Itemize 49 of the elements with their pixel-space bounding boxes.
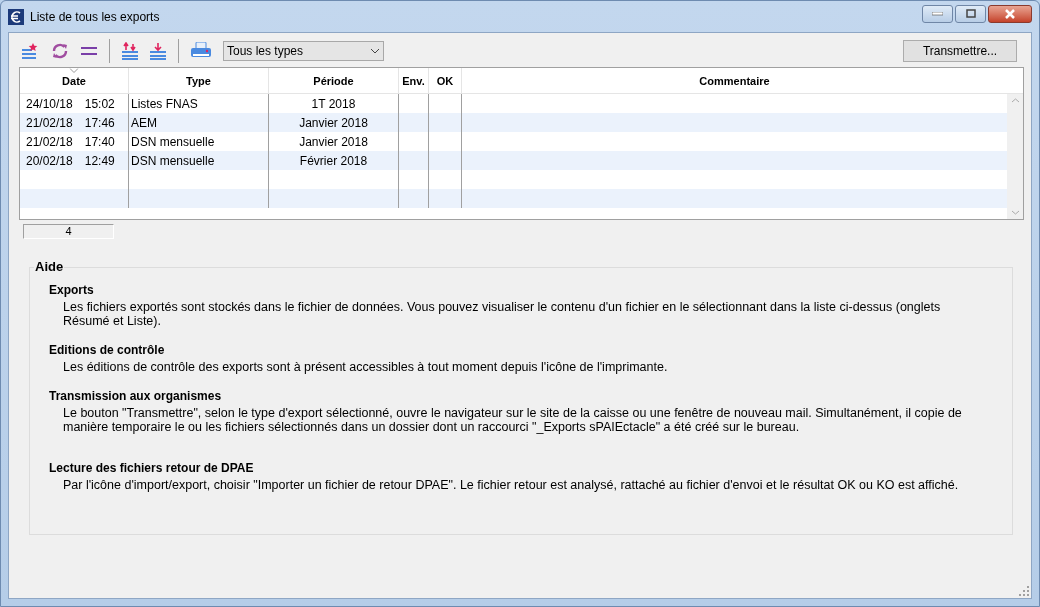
new-list-star-icon[interactable] — [21, 43, 39, 59]
help-section-text: Les éditions de contrôle des exports sont à présent accessibles à tout moment depuis l'icône de l'imprimante. — [63, 360, 669, 374]
period-cell-text: Janvier 2018 — [299, 133, 368, 151]
period-cell-text: 1T 2018 — [311, 95, 356, 113]
row-count: 4 — [23, 224, 114, 239]
maximize-icon — [965, 9, 976, 18]
type-cell-text: Listes FNAS — [131, 95, 198, 113]
refresh-icon[interactable] — [51, 42, 69, 60]
window-title: Liste de tous les exports — [30, 8, 160, 26]
import-export-icon[interactable] — [122, 42, 138, 60]
type-cell-text: AEM — [131, 114, 157, 132]
type-cell-text: DSN mensuelle — [131, 152, 215, 170]
chevron-down-icon — [370, 48, 380, 54]
import-icon[interactable] — [150, 42, 166, 60]
column-header[interactable]: Type — [129, 68, 269, 93]
period-cell-text: Janvier 2018 — [299, 114, 368, 132]
app-euro-icon — [8, 8, 24, 25]
time-cell-text: 17:40 — [84, 133, 115, 151]
close-icon — [1004, 8, 1016, 19]
column-header[interactable]: Date — [20, 68, 129, 93]
maximize-button[interactable] — [955, 4, 986, 23]
type-filter-dropdown[interactable]: Tous les types — [223, 41, 384, 61]
help-section-text: Les fichiers exportés sont stockés dans le fichier de données. Vous pouvez visualiser le contenu d'un fichier en le sélectionnant dans la liste ci-dessus (onglets Résumé et Liste). — [63, 300, 942, 328]
date-cell-text: 21/02/18 — [26, 133, 73, 151]
date-cell-text: 24/10/18 — [26, 95, 73, 113]
time-cell-text: 17:46 — [84, 114, 115, 132]
minimize-button[interactable] — [922, 4, 953, 23]
resize-grip-icon[interactable] — [1019, 586, 1029, 596]
list-lines-icon[interactable] — [81, 46, 97, 56]
minimize-icon — [932, 11, 943, 16]
column-header[interactable]: Commentaire — [462, 68, 1007, 93]
help-section-text: Par l'icône d'import/export, choisir "Importer un fichier de retour DPAE". Le fichier retour est analysé, rattaché au fichier d'envoi et le résultat OK ou KO est affiché. — [63, 478, 960, 492]
help-section-title: Transmission aux organismes — [49, 388, 223, 404]
close-button[interactable] — [988, 4, 1032, 23]
date-cell-text: 21/02/18 — [26, 114, 73, 132]
help-section-title: Lecture des fichiers retour de DPAE — [49, 460, 255, 476]
column-header[interactable]: Env. — [399, 68, 429, 93]
column-header[interactable]: Période — [269, 68, 399, 93]
printer-icon[interactable] — [191, 42, 211, 60]
help-section-title: Editions de contrôle — [49, 342, 166, 358]
help-section-text: Le bouton "Transmettre", selon le type d'export sélectionné, ouvre le navigateur sur le site de la caisse ou une fenêtre de nouveau mail. Simultanément, il copie de manière temporaire le ou les fichiers sélectionnés dans un dossier dont un raccourci "_Exports sPAIEctacle" a été créé sur le bureau. — [63, 406, 963, 434]
help-section-title: Exports — [49, 282, 95, 298]
type-cell-text: DSN mensuelle — [131, 133, 215, 151]
date-cell-text: 20/02/18 — [26, 152, 73, 170]
time-cell-text: 15:02 — [84, 95, 115, 113]
transmit-button[interactable]: Transmettre... — [903, 40, 1017, 62]
period-cell-text: Février 2018 — [299, 152, 368, 170]
column-header[interactable]: OK — [429, 68, 462, 93]
time-cell-text: 12:49 — [84, 152, 115, 170]
